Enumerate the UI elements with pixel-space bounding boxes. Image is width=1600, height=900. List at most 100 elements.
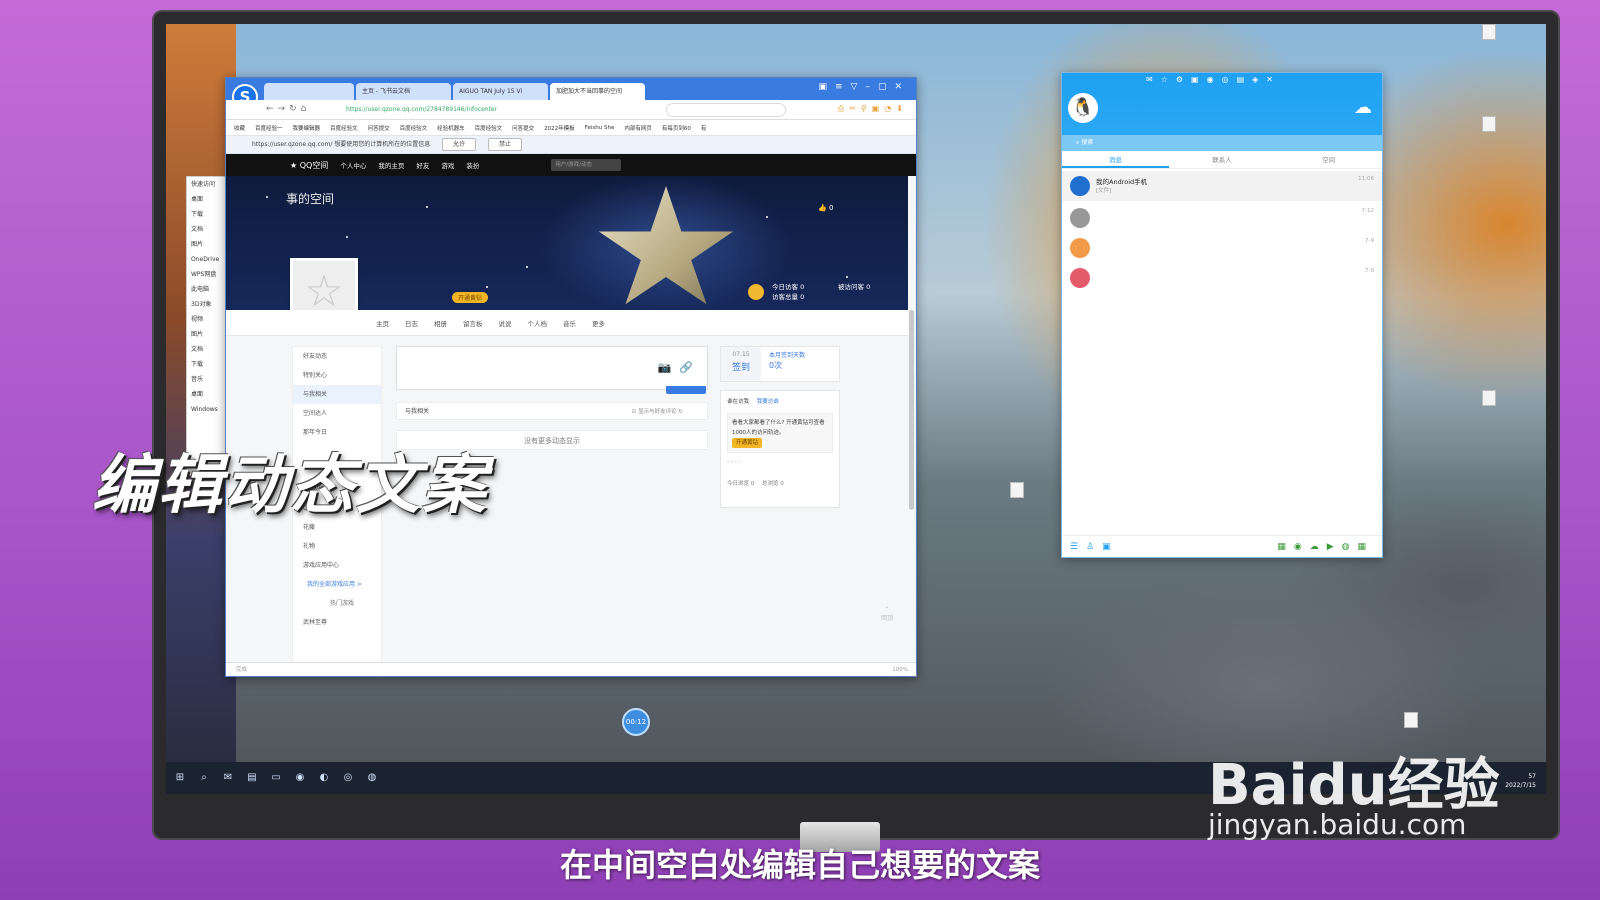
allow-button[interactable]: 允许 xyxy=(442,138,477,151)
visitor-card-title[interactable]: 谁在访我 xyxy=(727,399,749,405)
explorer-item[interactable]: 文档 xyxy=(187,222,229,237)
bookmark-item[interactable]: 经验机器车 xyxy=(437,124,465,132)
qq-contact-row[interactable]: 我的Android手机 [文件] 11:06 xyxy=(1062,171,1382,201)
bookmark-item[interactable]: 我要编辑器 xyxy=(293,124,321,132)
bookmark-item[interactable]: 问答提交 xyxy=(512,124,534,132)
link-icon[interactable]: 🔗 xyxy=(679,361,701,374)
browser-toolbar-icons[interactable]: ⎙✂⚲▣◔⬇ xyxy=(838,104,908,114)
bookmark-item[interactable]: 百度经验一 xyxy=(255,124,283,132)
nav-decorate[interactable]: 装扮 xyxy=(466,160,479,170)
desktop-file-icon[interactable] xyxy=(1478,116,1500,142)
windows-start-icon[interactable]: ⊞ xyxy=(174,772,186,784)
app-icon[interactable]: ◐ xyxy=(318,772,330,784)
explorer-item[interactable]: 下载 xyxy=(187,357,229,372)
browser-tab[interactable] xyxy=(264,83,354,100)
nav-personal-center[interactable]: 个人中心 xyxy=(340,160,366,170)
visitor-vip-button[interactable]: 开通黄钻 xyxy=(732,438,763,448)
explorer-item[interactable]: 快速访问 xyxy=(187,177,229,192)
app-icon[interactable]: ◎ xyxy=(342,772,354,784)
side-item-game[interactable]: 武林至尊 xyxy=(293,613,381,632)
tab-more[interactable]: 更多 xyxy=(592,318,605,328)
window-controls[interactable]: ▣≡▽–▢✕ xyxy=(818,82,910,92)
explorer-item[interactable]: 下载 xyxy=(187,207,229,222)
browser-tab[interactable]: AIGUO TAN July 15 Vi xyxy=(453,83,548,100)
folder-icon[interactable]: ▭ xyxy=(270,772,282,784)
desktop-file-icon[interactable] xyxy=(1478,390,1500,416)
explorer-item[interactable]: WPS网盘 xyxy=(187,267,229,282)
visitor-card-link[interactable]: 我要访谁 xyxy=(757,399,779,405)
desktop-file-icon[interactable] xyxy=(1006,482,1028,508)
explorer-item[interactable]: 此电脑 xyxy=(187,282,229,297)
mail-icon[interactable]: ✉ xyxy=(222,772,234,784)
app-manager-icon[interactable]: ▣ xyxy=(1102,542,1119,552)
qzone-search-input[interactable]: 用户/游戏/动态 xyxy=(551,159,622,171)
tab-music[interactable]: 音乐 xyxy=(563,318,576,328)
side-item-related-to-me[interactable]: 与我相关 xyxy=(293,385,381,404)
qq-top-icons[interactable]: ✉☆⚙▣◉◎▤◈✕ xyxy=(1146,75,1281,84)
url-field[interactable]: https://user.qzone.qq.com/2784789146/inf… xyxy=(346,103,656,117)
explorer-item[interactable]: 桌面 xyxy=(187,192,229,207)
tab-message-board[interactable]: 留言板 xyxy=(463,318,483,328)
tab-shuoshuo[interactable]: 说说 xyxy=(499,318,512,328)
bookmark-item[interactable]: 百度经验文 xyxy=(475,124,503,132)
vip-button[interactable]: 开通黄钻 xyxy=(452,292,489,303)
tab-album[interactable]: 相册 xyxy=(434,318,447,328)
side-item-gifts[interactable]: 礼物 xyxy=(293,537,381,556)
tab-home[interactable]: 主页 xyxy=(376,318,389,328)
side-item-friend-feed[interactable]: 好友动态 xyxy=(293,347,381,366)
qzone-brand-link[interactable]: ★ QQ空间 xyxy=(290,160,328,171)
bookmark-item[interactable]: 百度经验文 xyxy=(400,124,428,132)
system-tray[interactable]: 57 2022/7/15 xyxy=(1505,772,1536,790)
qq-tab-contacts[interactable]: 联系人 xyxy=(1169,151,1276,168)
explorer-item[interactable]: 3D对象 xyxy=(187,297,229,312)
explorer-item[interactable]: 图片 xyxy=(187,327,229,342)
back-to-top-button[interactable]: ⌃ 回顶 xyxy=(876,606,898,646)
explorer-item[interactable]: 图片 xyxy=(187,237,229,252)
bookmark-item[interactable]: 百度经验文 xyxy=(330,124,358,132)
qq-contact-row[interactable]: 7-9 xyxy=(1062,233,1382,263)
deny-button[interactable]: 禁止 xyxy=(488,138,523,151)
explorer-item[interactable]: 音乐 xyxy=(187,372,229,387)
browser-icon[interactable]: ◉ xyxy=(294,772,306,784)
qq-tab-space[interactable]: 空间 xyxy=(1275,151,1382,168)
filter-option-checkbox[interactable]: ☑ 显示与好友评论 ↻ xyxy=(631,403,683,421)
explorer-item[interactable]: 桌面 xyxy=(187,387,229,402)
explorer-item[interactable]: Windows xyxy=(187,402,229,417)
explorer-item[interactable]: OneDrive xyxy=(187,252,229,267)
qq-penguin-avatar[interactable]: 🐧 xyxy=(1068,93,1098,123)
bookmark-item[interactable]: 问答提交 xyxy=(368,124,390,132)
bookmark-item[interactable]: 有 xyxy=(701,124,707,132)
bookmark-item[interactable]: 收藏 xyxy=(234,124,245,132)
weather-icon[interactable]: ☁ xyxy=(1354,97,1372,118)
side-item-space-expert[interactable]: 空间达人 xyxy=(293,404,381,423)
signin-button[interactable]: 07.15 签到 xyxy=(721,347,761,381)
qq-footer-apps[interactable]: ▦◉☁▶◍▦ xyxy=(1277,536,1374,558)
side-item-special-care[interactable]: 特别关心 xyxy=(293,366,381,385)
page-scrollbar[interactable] xyxy=(909,310,914,510)
bookmark-item[interactable]: 2022年模板 xyxy=(544,124,575,132)
qq-search-input[interactable]: ⌕ 搜索 xyxy=(1062,135,1382,151)
tab-blog[interactable]: 日志 xyxy=(405,318,418,328)
camera-icon[interactable]: 📷 xyxy=(658,361,680,374)
nav-friends[interactable]: 好友 xyxy=(416,160,429,170)
search-icon[interactable]: ⌕ xyxy=(198,772,210,784)
qq-contact-row[interactable]: 7-12 xyxy=(1062,203,1382,233)
post-composer-input[interactable]: 📷🔗 xyxy=(396,346,708,390)
nav-my-home[interactable]: 我的主页 xyxy=(378,160,404,170)
menu-icon[interactable]: ☰ xyxy=(1070,542,1086,552)
desktop-file-icon[interactable] xyxy=(1400,712,1422,738)
bookmark-item[interactable]: Feishu She xyxy=(585,125,615,131)
browser-tab-active[interactable]: 加肥加大不当回事的空间 xyxy=(550,83,645,100)
explorer-item[interactable]: 文档 xyxy=(187,342,229,357)
visitor-pager[interactable]: ‹ › ⋯ xyxy=(727,459,833,465)
side-link-all-games[interactable]: 我的全部游戏应用 > xyxy=(293,575,381,594)
file-icon[interactable]: ▤ xyxy=(246,772,258,784)
side-item-game-center[interactable]: 游戏应用中心 xyxy=(293,556,381,575)
qq-tab-messages[interactable]: 消息 xyxy=(1062,151,1169,168)
app-icon[interactable]: ◍ xyxy=(366,772,378,784)
like-counter[interactable]: 👍 0 xyxy=(818,204,833,212)
browser-tab[interactable]: 主页 - 飞书云文档 xyxy=(356,83,451,100)
bookmark-item[interactable]: 有每页到60 xyxy=(662,124,691,132)
add-friend-icon[interactable]: ♙ xyxy=(1086,542,1102,552)
desktop-file-icon[interactable] xyxy=(1478,24,1500,50)
